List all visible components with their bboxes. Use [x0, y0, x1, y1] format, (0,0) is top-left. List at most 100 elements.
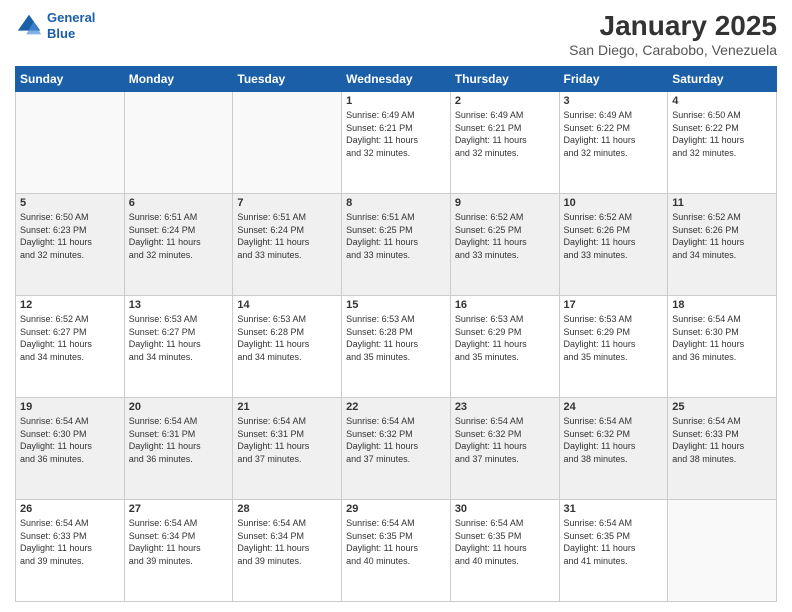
day-number: 27: [129, 503, 229, 515]
calendar-day-cell: 2 Sunrise: 6:49 AMSunset: 6:21 PMDaylight…: [450, 92, 559, 194]
day-number: 26: [20, 503, 120, 515]
calendar-day-cell: 18 Sunrise: 6:54 AMSunset: 6:30 PMDayligh…: [668, 296, 777, 398]
calendar-day-cell: 26 Sunrise: 6:54 AMSunset: 6:33 PMDayligh…: [16, 500, 125, 602]
day-info: Sunrise: 6:54 AMSunset: 6:33 PMDaylight:…: [20, 517, 120, 567]
weekday-header-saturday: Saturday: [668, 67, 777, 92]
day-info: Sunrise: 6:53 AMSunset: 6:28 PMDaylight:…: [237, 313, 337, 363]
day-info: Sunrise: 6:50 AMSunset: 6:22 PMDaylight:…: [672, 109, 772, 159]
calendar-day-cell: 29 Sunrise: 6:54 AMSunset: 6:35 PMDayligh…: [342, 500, 451, 602]
calendar-day-cell: 22 Sunrise: 6:54 AMSunset: 6:32 PMDayligh…: [342, 398, 451, 500]
day-info: Sunrise: 6:54 AMSunset: 6:30 PMDaylight:…: [672, 313, 772, 363]
day-number: 9: [455, 197, 555, 209]
calendar-day-cell: 12 Sunrise: 6:52 AMSunset: 6:27 PMDayligh…: [16, 296, 125, 398]
day-number: 5: [20, 197, 120, 209]
day-info: Sunrise: 6:54 AMSunset: 6:32 PMDaylight:…: [346, 415, 446, 465]
day-number: 12: [20, 299, 120, 311]
day-info: Sunrise: 6:54 AMSunset: 6:35 PMDaylight:…: [455, 517, 555, 567]
day-number: 4: [672, 95, 772, 107]
calendar-day-cell: [124, 92, 233, 194]
weekday-header-thursday: Thursday: [450, 67, 559, 92]
day-info: Sunrise: 6:50 AMSunset: 6:23 PMDaylight:…: [20, 211, 120, 261]
day-info: Sunrise: 6:54 AMSunset: 6:34 PMDaylight:…: [237, 517, 337, 567]
calendar-week-row: 26 Sunrise: 6:54 AMSunset: 6:33 PMDayligh…: [16, 500, 777, 602]
day-info: Sunrise: 6:51 AMSunset: 6:24 PMDaylight:…: [129, 211, 229, 261]
calendar-week-row: 19Sunrise: 6:54 AMSunset: 6:30 PMDayligh…: [16, 398, 777, 500]
calendar-day-cell: 7Sunrise: 6:51 AMSunset: 6:24 PMDaylight…: [233, 194, 342, 296]
logo: General Blue: [15, 10, 95, 41]
day-number: 28: [237, 503, 337, 515]
day-number: 10: [564, 197, 664, 209]
day-number: 23: [455, 401, 555, 413]
calendar-day-cell: 11Sunrise: 6:52 AMSunset: 6:26 PMDayligh…: [668, 194, 777, 296]
logo-icon: [15, 12, 43, 40]
day-info: Sunrise: 6:53 AMSunset: 6:27 PMDaylight:…: [129, 313, 229, 363]
day-number: 20: [129, 401, 229, 413]
day-number: 8: [346, 197, 446, 209]
calendar-day-cell: 28 Sunrise: 6:54 AMSunset: 6:34 PMDayligh…: [233, 500, 342, 602]
day-number: 22: [346, 401, 446, 413]
day-info: Sunrise: 6:54 AMSunset: 6:32 PMDaylight:…: [455, 415, 555, 465]
calendar-day-cell: 30Sunrise: 6:54 AMSunset: 6:35 PMDayligh…: [450, 500, 559, 602]
calendar-day-cell: 8 Sunrise: 6:51 AMSunset: 6:25 PMDaylight…: [342, 194, 451, 296]
calendar-day-cell: 24Sunrise: 6:54 AMSunset: 6:32 PMDayligh…: [559, 398, 668, 500]
weekday-header-monday: Monday: [124, 67, 233, 92]
calendar-day-cell: 27 Sunrise: 6:54 AMSunset: 6:34 PMDayligh…: [124, 500, 233, 602]
calendar-table: SundayMondayTuesdayWednesdayThursdayFrid…: [15, 66, 777, 602]
logo-text: General Blue: [47, 10, 95, 41]
calendar-day-cell: 14 Sunrise: 6:53 AMSunset: 6:28 PMDayligh…: [233, 296, 342, 398]
day-info: Sunrise: 6:52 AMSunset: 6:27 PMDaylight:…: [20, 313, 120, 363]
calendar-day-cell: 4 Sunrise: 6:50 AMSunset: 6:22 PMDaylight…: [668, 92, 777, 194]
day-info: Sunrise: 6:52 AMSunset: 6:25 PMDaylight:…: [455, 211, 555, 261]
day-info: Sunrise: 6:54 AMSunset: 6:35 PMDaylight:…: [564, 517, 664, 567]
calendar-day-cell: 15 Sunrise: 6:53 AMSunset: 6:28 PMDayligh…: [342, 296, 451, 398]
calendar-day-cell: 6 Sunrise: 6:51 AMSunset: 6:24 PMDaylight…: [124, 194, 233, 296]
calendar-day-cell: 31 Sunrise: 6:54 AMSunset: 6:35 PMDayligh…: [559, 500, 668, 602]
calendar-day-cell: 21 Sunrise: 6:54 AMSunset: 6:31 PMDayligh…: [233, 398, 342, 500]
calendar-day-cell: 16Sunrise: 6:53 AMSunset: 6:29 PMDayligh…: [450, 296, 559, 398]
calendar-day-cell: 20Sunrise: 6:54 AMSunset: 6:31 PMDayligh…: [124, 398, 233, 500]
page: General Blue January 2025 San Diego, Car…: [0, 0, 792, 612]
day-info: Sunrise: 6:54 AMSunset: 6:31 PMDaylight:…: [237, 415, 337, 465]
day-number: 6: [129, 197, 229, 209]
day-number: 25: [672, 401, 772, 413]
day-info: Sunrise: 6:51 AMSunset: 6:25 PMDaylight:…: [346, 211, 446, 261]
calendar-day-cell: 19Sunrise: 6:54 AMSunset: 6:30 PMDayligh…: [16, 398, 125, 500]
calendar-week-row: 1 Sunrise: 6:49 AMSunset: 6:21 PMDaylight…: [16, 92, 777, 194]
day-info: Sunrise: 6:49 AMSunset: 6:21 PMDaylight:…: [346, 109, 446, 159]
weekday-header-tuesday: Tuesday: [233, 67, 342, 92]
day-info: Sunrise: 6:53 AMSunset: 6:28 PMDaylight:…: [346, 313, 446, 363]
day-number: 2: [455, 95, 555, 107]
day-info: Sunrise: 6:54 AMSunset: 6:34 PMDaylight:…: [129, 517, 229, 567]
day-number: 21: [237, 401, 337, 413]
calendar-title: January 2025: [569, 10, 777, 42]
calendar-day-cell: [668, 500, 777, 602]
day-info: Sunrise: 6:54 AMSunset: 6:33 PMDaylight:…: [672, 415, 772, 465]
day-info: Sunrise: 6:52 AMSunset: 6:26 PMDaylight:…: [564, 211, 664, 261]
day-info: Sunrise: 6:54 AMSunset: 6:30 PMDaylight:…: [20, 415, 120, 465]
calendar-day-cell: 13Sunrise: 6:53 AMSunset: 6:27 PMDayligh…: [124, 296, 233, 398]
day-info: Sunrise: 6:53 AMSunset: 6:29 PMDaylight:…: [455, 313, 555, 363]
day-number: 7: [237, 197, 337, 209]
day-number: 11: [672, 197, 772, 209]
calendar-day-cell: 25 Sunrise: 6:54 AMSunset: 6:33 PMDayligh…: [668, 398, 777, 500]
day-number: 29: [346, 503, 446, 515]
day-number: 1: [346, 95, 446, 107]
day-info: Sunrise: 6:49 AMSunset: 6:21 PMDaylight:…: [455, 109, 555, 159]
day-number: 3: [564, 95, 664, 107]
calendar-day-cell: [16, 92, 125, 194]
calendar-day-cell: 23 Sunrise: 6:54 AMSunset: 6:32 PMDayligh…: [450, 398, 559, 500]
day-number: 17: [564, 299, 664, 311]
day-number: 18: [672, 299, 772, 311]
day-info: Sunrise: 6:49 AMSunset: 6:22 PMDaylight:…: [564, 109, 664, 159]
weekday-header-sunday: Sunday: [16, 67, 125, 92]
day-info: Sunrise: 6:54 AMSunset: 6:35 PMDaylight:…: [346, 517, 446, 567]
logo-line2: Blue: [47, 26, 75, 41]
calendar-day-cell: 9 Sunrise: 6:52 AMSunset: 6:25 PMDaylight…: [450, 194, 559, 296]
day-number: 31: [564, 503, 664, 515]
title-block: January 2025 San Diego, Carabobo, Venezu…: [569, 10, 777, 58]
weekday-header-wednesday: Wednesday: [342, 67, 451, 92]
day-number: 14: [237, 299, 337, 311]
calendar-subtitle: San Diego, Carabobo, Venezuela: [569, 42, 777, 58]
calendar-day-cell: 10 Sunrise: 6:52 AMSunset: 6:26 PMDayligh…: [559, 194, 668, 296]
day-number: 15: [346, 299, 446, 311]
